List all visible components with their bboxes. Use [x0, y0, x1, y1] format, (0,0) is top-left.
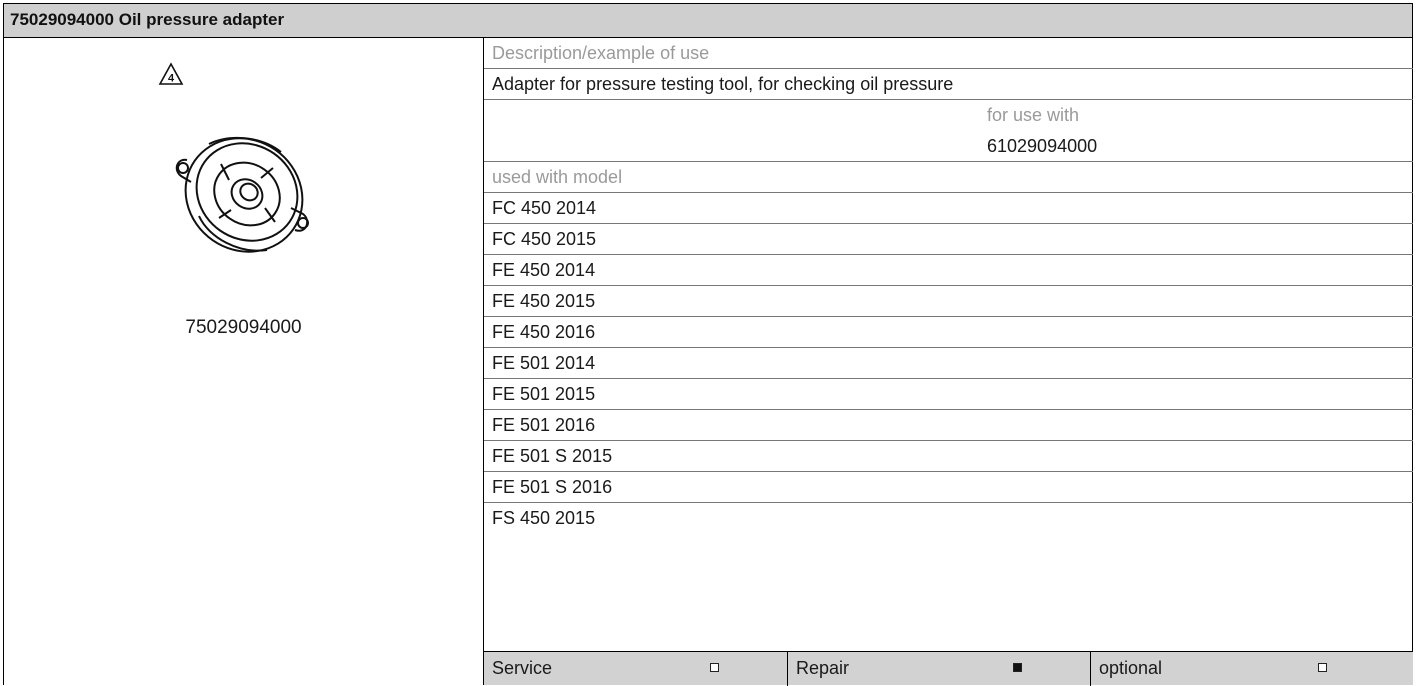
- model-row: FE 501 S 2015: [484, 441, 1413, 472]
- model-name: FC 450 2015: [492, 229, 597, 249]
- model-row: FS 450 2015: [484, 503, 1413, 534]
- used-with-model-label-row: used with model: [484, 162, 1413, 193]
- model-name: FC 450 2014: [492, 198, 597, 218]
- model-row: FE 501 2016: [484, 410, 1413, 441]
- model-row: FE 450 2014: [484, 255, 1413, 286]
- model-row: FE 501 2014: [484, 348, 1413, 379]
- for-use-with-label: for use with: [987, 105, 1080, 125]
- repair-cell: Repair: [787, 652, 1090, 686]
- page-title: 75029094000 Oil pressure adapter: [10, 10, 285, 29]
- oil-pressure-adapter-image: [175, 136, 309, 253]
- image-column: 4 75029094000: [4, 38, 484, 685]
- tool-sheet: 75029094000 Oil pressure adapter 4 75029…: [3, 3, 1413, 686]
- description-text: Adapter for pressure testing tool, for c…: [492, 74, 954, 94]
- model-name: FS 450 2015: [492, 508, 596, 528]
- model-name: FE 450 2016: [492, 322, 596, 342]
- optional-cell: optional: [1090, 652, 1413, 686]
- for-use-with-label-row: for use with: [484, 100, 1413, 131]
- model-name: FE 501 2016: [492, 415, 596, 435]
- details-column: Description/example of use Adapter for p…: [484, 38, 1413, 686]
- model-row: FE 450 2015: [484, 286, 1413, 317]
- model-row: FC 450 2014: [484, 193, 1413, 224]
- model-row: FE 501 S 2016: [484, 472, 1413, 503]
- model-row: FE 450 2016: [484, 317, 1413, 348]
- optional-checkbox[interactable]: [1318, 663, 1327, 672]
- repair-checkbox[interactable]: [1013, 663, 1022, 672]
- model-name: FE 501 S 2016: [492, 477, 613, 497]
- used-with-model-label: used with model: [492, 167, 623, 187]
- description-row: Adapter for pressure testing tool, for c…: [484, 69, 1413, 100]
- warning-triangle-icon: 4: [158, 62, 184, 85]
- model-name: FE 501 2014: [492, 353, 596, 373]
- model-row: FE 501 2015: [484, 379, 1413, 410]
- service-checkbox[interactable]: [710, 663, 719, 672]
- part-number: 75029094000: [185, 317, 302, 338]
- service-label: Service: [492, 658, 553, 678]
- description-label: Description/example of use: [492, 43, 710, 63]
- for-use-with-value: 61029094000: [987, 136, 1098, 156]
- model-name: FE 450 2014: [492, 260, 596, 280]
- description-label-row: Description/example of use: [484, 38, 1413, 69]
- model-name: FE 501 S 2015: [492, 446, 613, 466]
- warning-number: 4: [168, 73, 175, 85]
- model-name: FE 450 2015: [492, 291, 596, 311]
- repair-label: Repair: [796, 658, 850, 678]
- title-bar: 75029094000 Oil pressure adapter: [4, 3, 1412, 38]
- model-name: FE 501 2015: [492, 384, 596, 404]
- category-bar: Service Repair optional: [484, 651, 1413, 686]
- service-cell: Service: [484, 652, 787, 686]
- for-use-with-row: 61029094000: [484, 131, 1413, 162]
- model-row: FC 450 2015: [484, 224, 1413, 255]
- optional-label: optional: [1099, 658, 1163, 678]
